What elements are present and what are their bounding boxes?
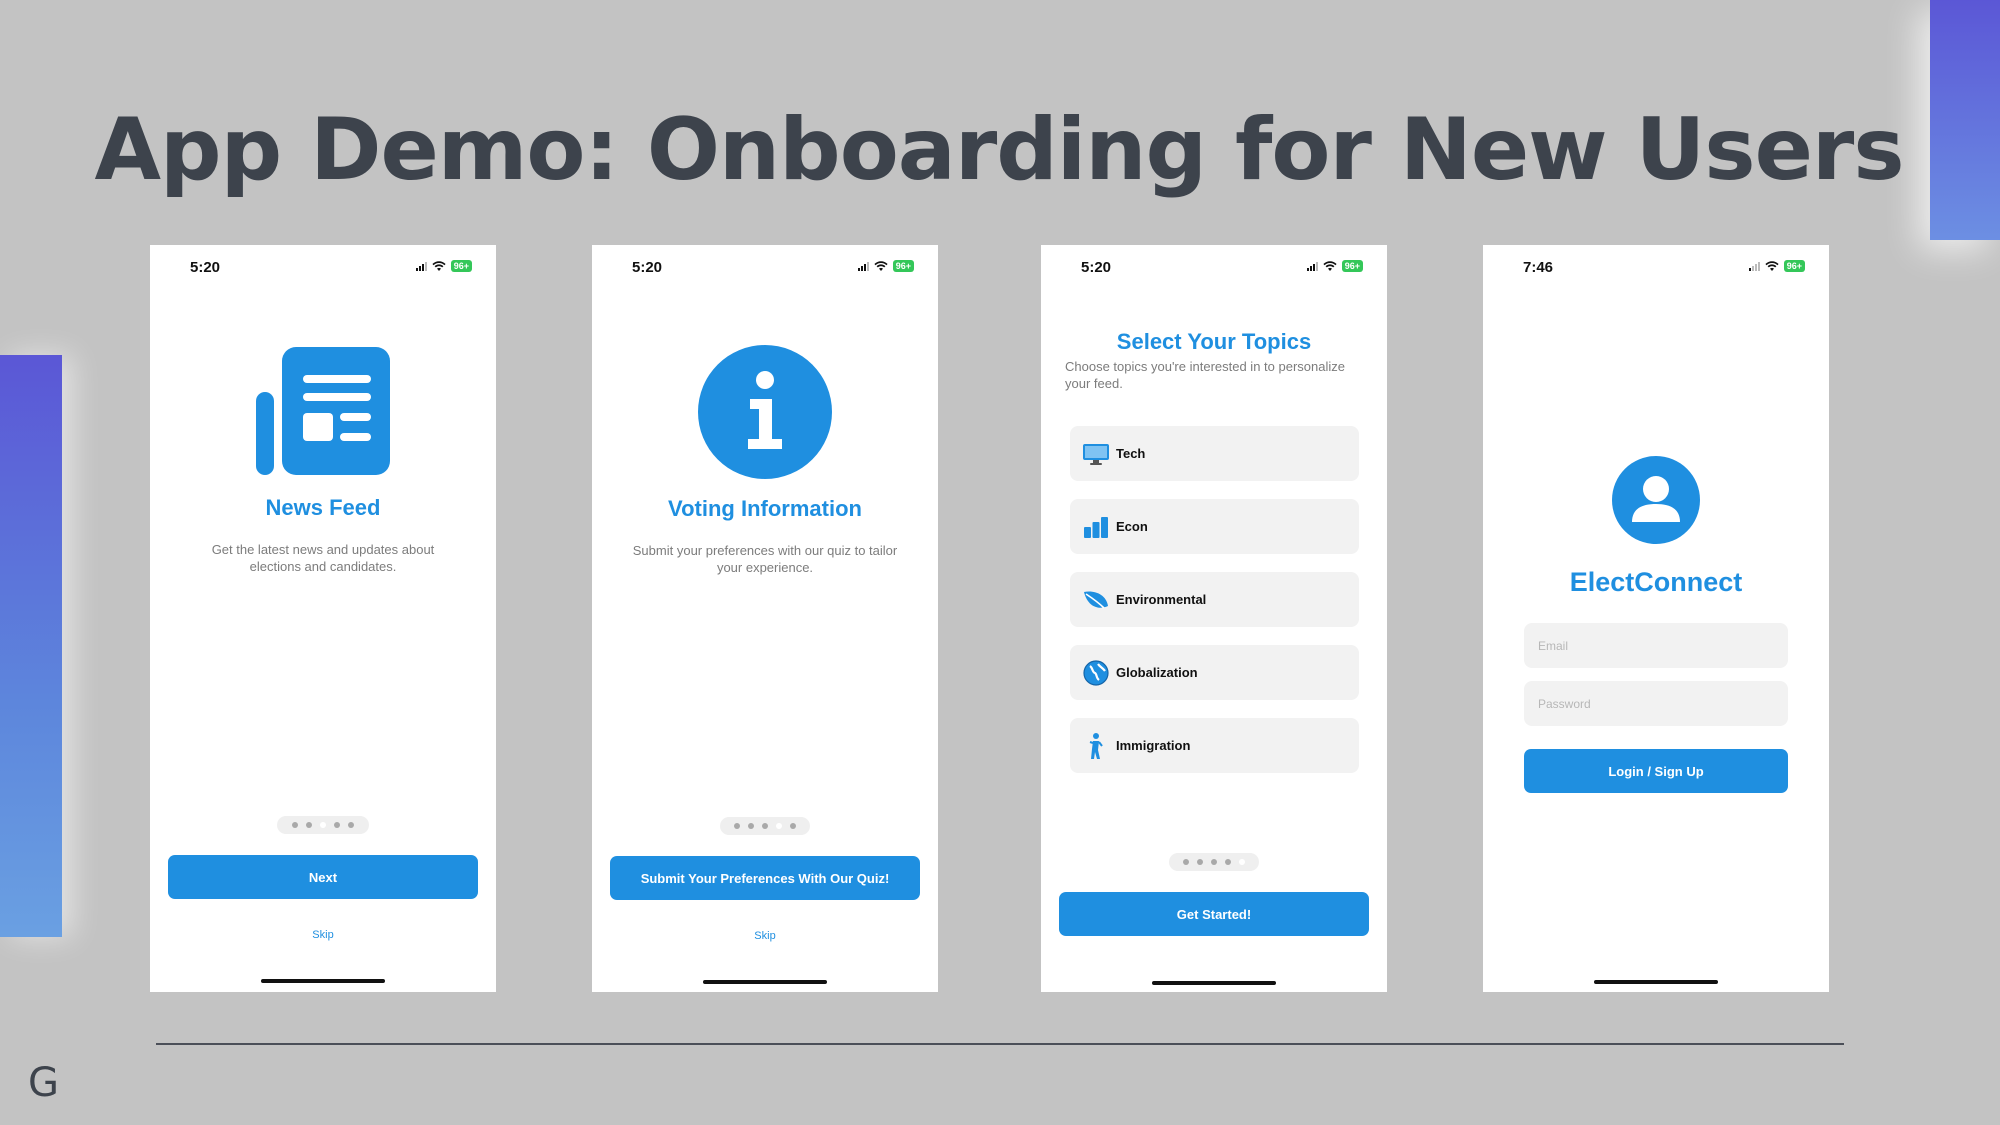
phone-screen-voting-information: 5:20 96+ Voting Information Submit your … — [592, 245, 938, 992]
topic-label: Environmental — [1116, 592, 1207, 607]
phone-screen-select-topics: 5:20 96+ Select Your Topics Choose topic… — [1041, 245, 1387, 992]
leaf-icon — [1082, 586, 1110, 614]
wifi-icon — [874, 260, 888, 271]
status-icons: 96+ — [857, 259, 914, 273]
cellular-signal-icon — [415, 261, 427, 271]
battery-indicator: 96+ — [450, 260, 472, 272]
get-started-button[interactable]: Get Started! — [1059, 892, 1369, 936]
topic-option-globalization[interactable]: Globalization — [1070, 645, 1359, 700]
page-indicator — [277, 816, 369, 834]
decorative-gradient-bar-left — [0, 355, 62, 937]
topic-option-environmental[interactable]: Environmental — [1070, 572, 1359, 627]
cellular-signal-icon — [1306, 261, 1318, 271]
status-time: 7:46 — [1523, 259, 1554, 276]
status-time: 5:20 — [190, 259, 221, 276]
battery-indicator: 96+ — [1783, 260, 1805, 272]
topic-label: Econ — [1116, 519, 1148, 534]
home-indicator — [1594, 980, 1718, 984]
status-icons: 96+ — [1748, 259, 1805, 273]
screen-description: Get the latest news and updates about el… — [211, 542, 435, 574]
password-placeholder: Password — [1538, 696, 1591, 711]
topic-option-tech[interactable]: Tech — [1070, 426, 1359, 481]
topic-label: Tech — [1116, 446, 1146, 461]
submit-quiz-button[interactable]: Submit Your Preferences With Our Quiz! — [610, 856, 920, 900]
email-field[interactable]: Email — [1524, 623, 1788, 668]
screen-title: Select Your Topics — [1116, 329, 1312, 354]
brand-logo: G — [28, 1060, 59, 1106]
slide-title: App Demo: Onboarding for New Users — [94, 100, 1904, 200]
home-indicator — [703, 980, 827, 984]
page-indicator — [720, 817, 810, 835]
topic-label: Immigration — [1116, 738, 1191, 753]
email-placeholder: Email — [1538, 638, 1569, 653]
page-indicator — [1169, 853, 1259, 871]
globe-icon — [1082, 659, 1110, 687]
status-icons: 96+ — [415, 259, 472, 273]
skip-link[interactable]: Skip — [592, 930, 938, 942]
user-avatar-icon — [1612, 456, 1700, 544]
battery-indicator: 96+ — [892, 260, 914, 272]
home-indicator — [1152, 981, 1276, 985]
home-indicator — [261, 979, 385, 983]
skip-link[interactable]: Skip — [150, 929, 496, 941]
battery-indicator: 96+ — [1341, 260, 1363, 272]
person-walking-icon — [1082, 732, 1110, 760]
screen-title: Voting Information — [668, 496, 862, 521]
status-time: 5:20 — [632, 259, 663, 276]
status-icons: 96+ — [1306, 259, 1363, 273]
phone-screen-login: 7:46 96+ ElectConnect Email Password Log… — [1483, 245, 1829, 992]
screen-description: Submit your preferences with our quiz to… — [632, 543, 898, 575]
bar-chart-icon — [1082, 513, 1110, 541]
screen-title: News Feed — [265, 495, 381, 520]
phone-screen-news-feed: 5:20 96+ News Feed Get the latest news a… — [150, 245, 496, 992]
wifi-icon — [432, 260, 446, 271]
next-button[interactable]: Next — [168, 855, 478, 899]
desktop-computer-icon — [1082, 440, 1110, 468]
topic-label: Globalization — [1116, 665, 1198, 680]
wifi-icon — [1323, 260, 1337, 271]
login-signup-button[interactable]: Login / Sign Up — [1524, 749, 1788, 793]
topic-option-econ[interactable]: Econ — [1070, 499, 1359, 554]
status-time: 5:20 — [1081, 259, 1112, 276]
newspaper-icon — [256, 347, 390, 475]
screen-description: Choose topics you're interested in to pe… — [1065, 359, 1345, 391]
cellular-signal-icon — [857, 261, 869, 271]
info-circle-icon — [698, 345, 832, 479]
topic-option-immigration[interactable]: Immigration — [1070, 718, 1359, 773]
cellular-signal-icon — [1748, 261, 1760, 271]
wifi-icon — [1765, 260, 1779, 271]
password-field[interactable]: Password — [1524, 681, 1788, 726]
footer-divider — [156, 1043, 1844, 1045]
app-name: ElectConnect — [1569, 567, 1743, 597]
